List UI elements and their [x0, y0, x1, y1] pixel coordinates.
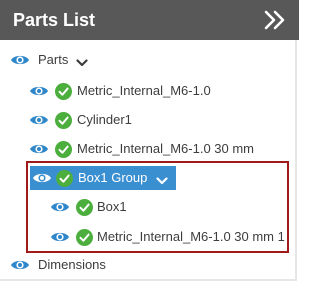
- check-circle-icon: [76, 198, 93, 216]
- eye-icon[interactable]: [32, 171, 52, 185]
- check-circle-icon: [55, 111, 72, 129]
- eye-icon[interactable]: [29, 142, 49, 156]
- tree-node-part[interactable]: Box1: [50, 195, 127, 219]
- eye-icon[interactable]: [10, 53, 30, 67]
- tree-node-label: Box1 Group: [78, 170, 148, 185]
- tree-node-part[interactable]: Metric_Internal_M6-1.0: [29, 79, 211, 103]
- chevron-down-icon[interactable]: [156, 173, 168, 185]
- check-circle-icon: [56, 169, 73, 187]
- eye-icon[interactable]: [29, 84, 49, 98]
- check-circle-icon: [76, 228, 93, 246]
- tree-node-part[interactable]: Cylinder1: [29, 108, 132, 132]
- tree-node-label: Metric_Internal_M6-1.0 30 mm 1: [97, 229, 285, 244]
- panel-header: Parts List: [0, 0, 299, 40]
- tree-node-label: Metric_Internal_M6-1.0 30 mm: [77, 141, 255, 156]
- chevron-down-icon[interactable]: [76, 55, 88, 67]
- tree-node-label: Dimensions: [38, 257, 106, 272]
- check-circle-icon: [55, 140, 72, 158]
- eye-icon[interactable]: [50, 230, 70, 244]
- tree-node-label: Parts: [38, 52, 69, 67]
- panel-title: Parts List: [13, 10, 96, 30]
- tree-node-dimensions[interactable]: Dimensions: [10, 253, 106, 277]
- tree-node-label: Box1: [97, 199, 127, 214]
- tree-node-parts[interactable]: Parts: [10, 48, 88, 72]
- collapse-panel-icon[interactable]: [261, 7, 289, 33]
- tree-node-part[interactable]: Metric_Internal_M6-1.0 30 mm: [29, 137, 254, 161]
- eye-icon[interactable]: [29, 113, 49, 127]
- eye-icon[interactable]: [10, 258, 30, 272]
- tree-node-label: Cylinder1: [77, 112, 132, 127]
- eye-icon[interactable]: [50, 200, 70, 214]
- tree-node-part[interactable]: Metric_Internal_M6-1.0 30 mm 1: [50, 225, 285, 249]
- tree-node-group-selected[interactable]: Box1 Group: [30, 166, 176, 190]
- tree-node-label: Metric_Internal_M6-1.0: [77, 83, 211, 98]
- check-circle-icon: [55, 82, 72, 100]
